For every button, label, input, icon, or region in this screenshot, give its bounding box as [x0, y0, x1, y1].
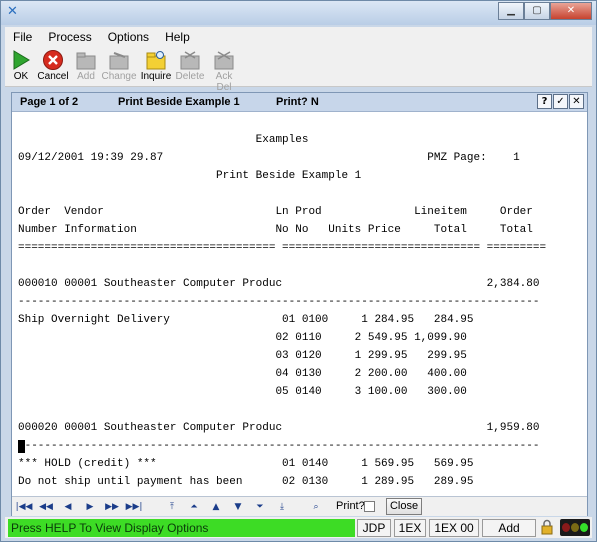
toolbar: OK Cancel Add Change Inquire Delete Ack … [5, 47, 592, 93]
change-button[interactable]: Change [101, 49, 137, 82]
report-panel: Page 1 of 2 Print Beside Example 1 Print… [11, 92, 588, 516]
cancel-icon [43, 50, 63, 70]
ack-delete-label: Ack Del [215, 71, 233, 93]
line-up-icon[interactable]: ▲ [206, 500, 226, 514]
report-line: ======================================= … [18, 242, 547, 254]
cancel-label: Cancel [37, 71, 69, 82]
ack-delete-icon [214, 51, 234, 70]
report-line: Ship Overnight Delivery 01 0100 1 284.95… [18, 314, 474, 326]
report-line: ----------------------------------------… [18, 296, 540, 308]
help-button[interactable]: ? [537, 94, 552, 109]
report-line: 02 0110 2 549.95 1,099.90 [18, 332, 467, 344]
status-field-mode: Add [482, 519, 536, 537]
report-line: 05 0140 3 100.00 300.00 [18, 386, 467, 398]
page-up-icon[interactable]: ⏶ [184, 500, 204, 514]
delete-folder-icon [180, 51, 200, 70]
ok-button[interactable]: OK [9, 49, 33, 82]
menu-process[interactable]: Process [40, 30, 99, 44]
text-cursor [18, 440, 25, 453]
report-line: Examples [18, 134, 309, 146]
report-line: 000020 00001 Southeaster Computer Produc… [18, 422, 540, 434]
print-checkbox[interactable] [364, 501, 375, 512]
change-label: Change [101, 71, 137, 82]
close-window-button[interactable]: ✕ [550, 2, 592, 20]
maximize-button[interactable]: ▢ [524, 2, 550, 20]
report-line: *** HOLD (credit) *** 01 0140 1 569.95 5… [18, 458, 474, 470]
next-block-icon[interactable]: ▶▶ [102, 500, 122, 514]
ack-delete-button[interactable]: Ack Del [207, 49, 241, 93]
navigation-bar: |◀◀ ◀◀ ◀ ▶ ▶▶ ▶▶| ⤒ ⏶ ▲ ▼ ⏷ ⤓ ⌕ Print? C… [12, 496, 587, 516]
print-checkbox-label: Print? [336, 500, 365, 512]
status-bar: Press HELP To View Display Options JDP 1… [5, 517, 592, 538]
menu-options[interactable]: Options [100, 30, 157, 44]
add-label: Add [77, 71, 95, 82]
status-field-company: 1EX [394, 519, 426, 537]
panel-header: Page 1 of 2 Print Beside Example 1 Print… [12, 93, 587, 112]
report-line: 09/12/2001 19:39 29.87 PMZ Page: 1 [18, 152, 520, 164]
binoculars-icon[interactable]: ⌕ [306, 500, 326, 514]
ok-play-icon [13, 50, 30, 70]
lock-icon [541, 519, 553, 535]
application-window: ✕ ▁ ▢ ✕ File Process Options Help OK Can… [0, 0, 597, 542]
title-bar[interactable]: ✕ ▁ ▢ ✕ [1, 1, 596, 25]
bottom-icon[interactable]: ⤓ [272, 500, 292, 514]
print-flag: Print? N [276, 96, 319, 108]
top-icon[interactable]: ⤒ [162, 500, 182, 514]
add-folder-icon [76, 52, 96, 70]
inquire-button[interactable]: Inquire [139, 49, 173, 82]
report-line: Order Vendor Ln Prod Lineitem Order [18, 206, 533, 218]
line-down-icon[interactable]: ▼ [228, 500, 248, 514]
menu-file[interactable]: File [5, 30, 40, 44]
menu-help[interactable]: Help [157, 30, 198, 44]
report-line: Number Information No No Units Price Tot… [18, 224, 533, 236]
close-button[interactable]: Close [386, 498, 422, 515]
inquire-folder-icon [146, 51, 166, 70]
report-line: Print Beside Example 1 [18, 170, 362, 182]
delete-button[interactable]: Delete [175, 49, 205, 82]
next-icon[interactable]: ▶ [80, 500, 100, 514]
report-title: Print Beside Example 1 [118, 96, 240, 108]
close-panel-button[interactable]: ✕ [569, 94, 584, 109]
green-light-icon [580, 523, 588, 532]
status-field-session: 1EX 00 [429, 519, 479, 537]
inquire-label: Inquire [140, 71, 172, 82]
status-lights [560, 519, 590, 536]
report-line: ----------------------------------------… [18, 440, 540, 452]
prev-icon[interactable]: ◀ [58, 500, 78, 514]
confirm-button[interactable]: ✓ [553, 94, 568, 109]
last-page-icon[interactable]: ▶▶| [124, 500, 144, 514]
report-line: Do not ship until payment has been 02 01… [18, 476, 474, 488]
add-button[interactable]: Add [73, 49, 99, 82]
app-logo-icon: ✕ [7, 4, 18, 19]
yellow-light-icon [571, 523, 579, 532]
report-line: 04 0130 2 200.00 400.00 [18, 368, 467, 380]
report-line: 03 0120 1 299.95 299.95 [18, 350, 467, 362]
page-down-icon[interactable]: ⏷ [250, 500, 270, 514]
report-line: 000010 00001 Southeaster Computer Produc… [18, 278, 540, 290]
minimize-button[interactable]: ▁ [498, 2, 524, 20]
prev-block-icon[interactable]: ◀◀ [36, 500, 56, 514]
ok-label: OK [13, 71, 29, 82]
menu-bar: File Process Options Help [5, 27, 592, 47]
report-body: Examples 09/12/2001 19:39 29.87 PMZ Page… [18, 113, 581, 489]
red-light-icon [562, 523, 570, 532]
status-message: Press HELP To View Display Options [8, 519, 355, 537]
cancel-button[interactable]: Cancel [35, 49, 71, 82]
change-folder-icon [109, 52, 129, 70]
delete-label: Delete [175, 71, 205, 82]
status-field-user: JDP [357, 519, 391, 537]
page-indicator: Page 1 of 2 [20, 96, 79, 108]
first-page-icon[interactable]: |◀◀ [14, 500, 34, 514]
